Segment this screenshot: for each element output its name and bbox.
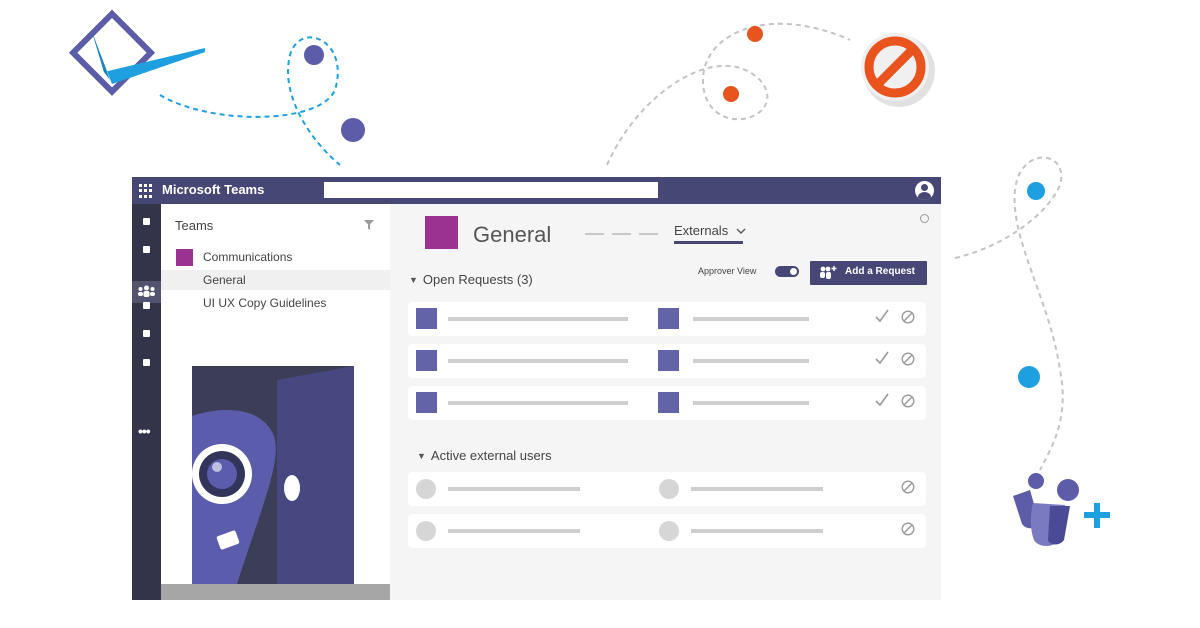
open-requests-header[interactable]: ▼ Open Requests (3) (409, 272, 533, 287)
rail-item-calls[interactable] (143, 330, 150, 337)
request-row[interactable] (408, 344, 926, 378)
tab-placeholder[interactable] (639, 233, 658, 235)
section-title: Open Requests (3) (422, 272, 533, 287)
external-user-row[interactable] (408, 514, 926, 548)
placeholder-text (448, 401, 628, 405)
requester-avatar (416, 392, 437, 413)
requester-avatar (416, 350, 437, 371)
collapse-triangle-icon: ▼ (409, 275, 418, 285)
placeholder-text (693, 317, 809, 321)
decor-dot (304, 45, 324, 65)
decor-dot (747, 26, 763, 42)
team-name[interactable]: Communications (203, 250, 292, 264)
rail-item-chat[interactable] (143, 246, 150, 253)
teams-window: Microsoft Teams ••• Teams Communications… (132, 177, 941, 600)
checkbox-illustration (68, 9, 205, 96)
approve-check-icon[interactable] (874, 392, 890, 408)
remove-blocked-icon[interactable] (901, 522, 915, 536)
collapse-triangle-icon: ▼ (417, 451, 426, 461)
decor-dot (1018, 366, 1040, 388)
channel-content: General Externals ▼ Open Requests (3) App… (390, 204, 941, 600)
channel-item-general[interactable]: General (161, 270, 390, 290)
request-row[interactable] (408, 302, 926, 336)
approve-check-icon[interactable] (874, 308, 890, 324)
decor-dot (341, 118, 365, 142)
rail-item-activity[interactable] (143, 218, 150, 225)
dashed-path (954, 156, 1064, 471)
placeholder-text (448, 487, 580, 491)
blocked-illustration (861, 33, 935, 107)
active-users-header[interactable]: ▼ Active external users (417, 448, 552, 463)
section-title: Active external users (430, 448, 552, 463)
tab-placeholder[interactable] (612, 233, 631, 235)
deny-blocked-icon[interactable] (901, 352, 915, 366)
placeholder-text (448, 317, 628, 321)
approver-view-label: Approver View (698, 266, 757, 276)
tab-placeholder[interactable] (585, 233, 604, 235)
user-avatar (659, 521, 679, 541)
tab-label: Externals (674, 223, 729, 238)
placeholder-text (693, 359, 809, 363)
sidebar-footer (161, 584, 390, 600)
channel-label: General (203, 273, 246, 287)
active-tab-indicator (674, 241, 743, 244)
filter-icon[interactable] (364, 220, 374, 230)
channel-title: General (473, 222, 552, 247)
channel-avatar (425, 216, 458, 249)
rail-item-files[interactable] (143, 359, 150, 366)
app-rail: ••• (132, 204, 161, 600)
requester-avatar (416, 308, 437, 329)
user-avatar (659, 479, 679, 499)
remove-blocked-icon[interactable] (901, 480, 915, 494)
add-request-button[interactable]: Add a Request (810, 261, 927, 285)
sidebar-heading: Teams (175, 218, 214, 233)
placeholder-text (448, 529, 580, 533)
rail-item-calendar[interactable] (143, 302, 150, 309)
placeholder-text (448, 359, 628, 363)
app-launcher-icon[interactable] (139, 184, 153, 198)
approve-check-icon[interactable] (874, 350, 890, 366)
add-people-illustration (1013, 473, 1110, 546)
placeholder-text (691, 487, 823, 491)
app-title: Microsoft Teams (162, 182, 265, 197)
rail-item-teams[interactable] (132, 281, 161, 303)
user-avatar (416, 479, 436, 499)
teams-people-icon (138, 285, 155, 297)
channel-item-ui-ux-copy-guidelines[interactable]: UI UX Copy Guidelines (203, 296, 326, 310)
add-people-icon (820, 266, 837, 279)
search-input[interactable] (324, 182, 658, 198)
door-peek-illustration (192, 366, 354, 584)
chevron-down-icon (736, 228, 746, 234)
requested-user-avatar (658, 350, 679, 371)
teams-sidebar: Teams Communications General UI UX Copy … (161, 204, 390, 600)
settings-icon[interactable] (920, 214, 929, 223)
placeholder-text (693, 401, 809, 405)
request-row[interactable] (408, 386, 926, 420)
profile-avatar-icon[interactable] (915, 181, 934, 200)
external-user-row[interactable] (408, 472, 926, 506)
team-avatar[interactable] (176, 249, 193, 266)
requested-user-avatar (658, 308, 679, 329)
decor-dot (1027, 182, 1045, 200)
approver-view-toggle[interactable] (775, 266, 799, 277)
title-bar: Microsoft Teams (132, 177, 941, 204)
deny-blocked-icon[interactable] (901, 394, 915, 408)
placeholder-text (691, 529, 823, 533)
decor-dot (723, 86, 739, 102)
more-apps-icon[interactable]: ••• (138, 423, 151, 439)
requested-user-avatar (658, 392, 679, 413)
user-avatar (416, 521, 436, 541)
tab-externals[interactable]: Externals (674, 223, 746, 238)
deny-blocked-icon[interactable] (901, 310, 915, 324)
add-request-label: Add a Request (845, 266, 916, 277)
